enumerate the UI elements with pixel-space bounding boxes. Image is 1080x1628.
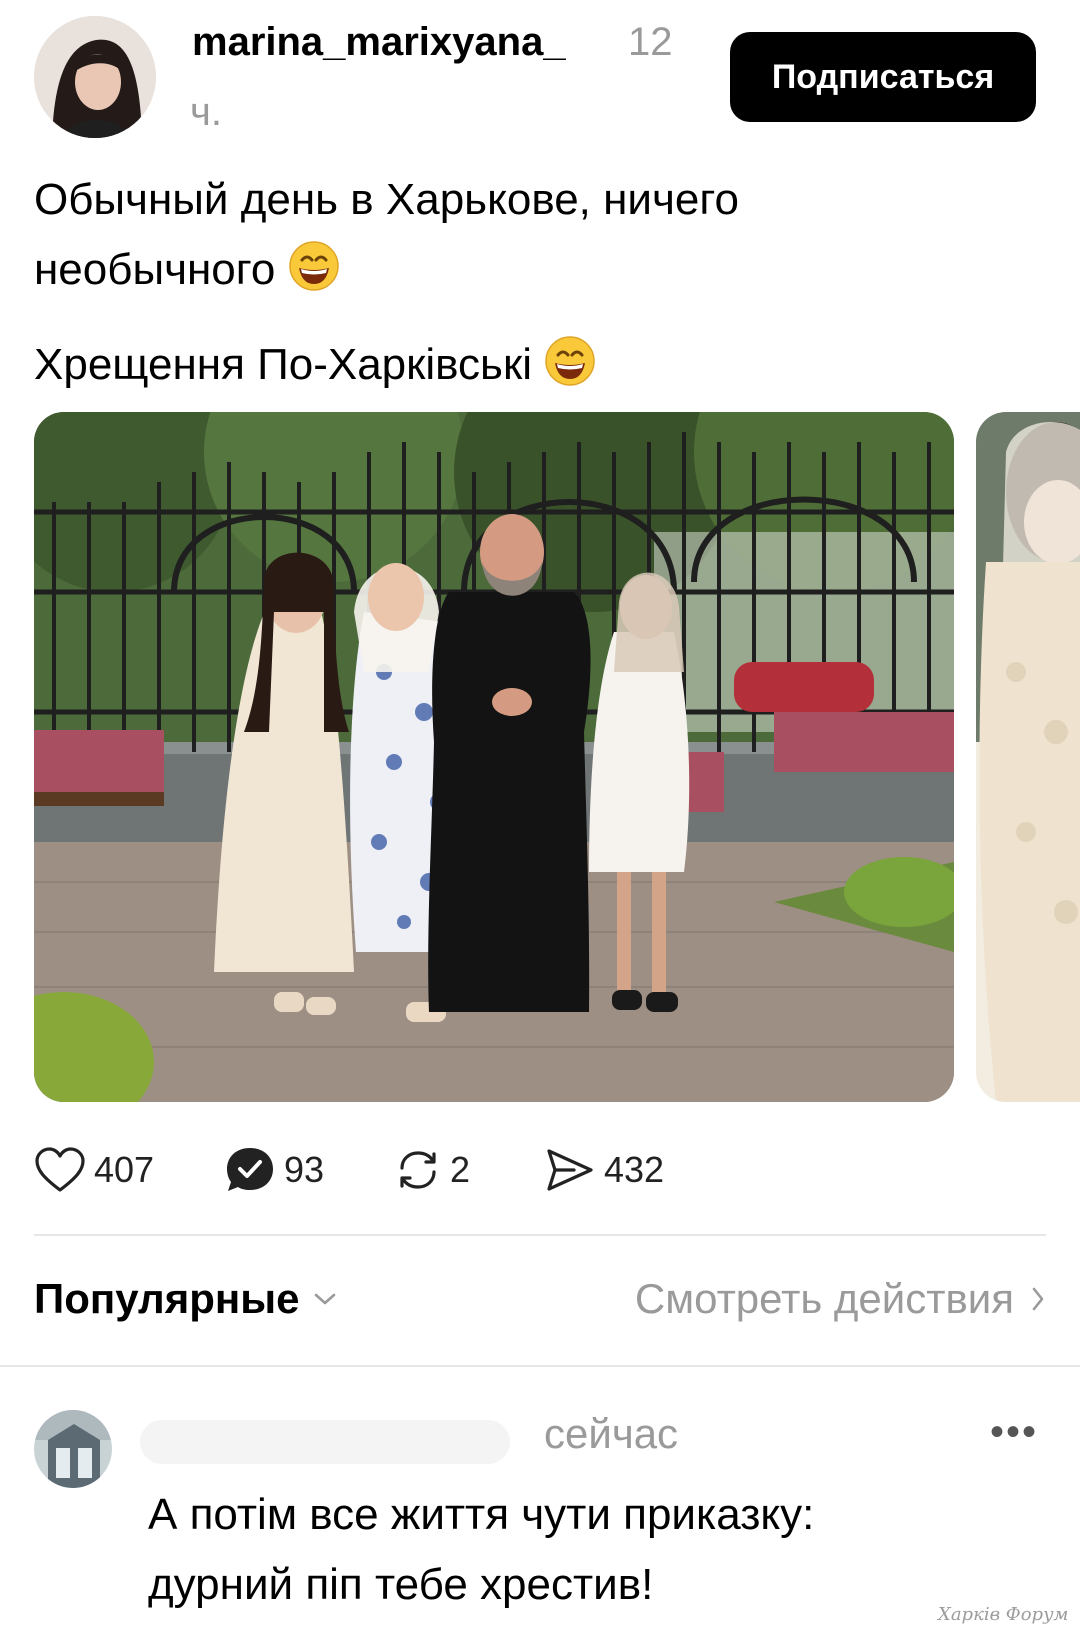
post-time-unit: ч.: [190, 90, 222, 134]
like-button[interactable]: 407: [34, 1140, 154, 1200]
caption-line-2: необычного: [34, 235, 1034, 305]
author-avatar[interactable]: [34, 16, 156, 138]
watermark: Харків Форум: [938, 1604, 1069, 1625]
chevron-down-icon: [315, 1293, 336, 1305]
sort-label: Популярные: [34, 1275, 300, 1322]
comment-line-1: А потім все життя чути приказку:: [148, 1490, 815, 1539]
commenter-name-redacted[interactable]: [140, 1420, 510, 1464]
caption-line-1: Обычный день в Харькове, ничего: [34, 175, 739, 224]
post-caption-line-3: Хрещення По-Харківські: [34, 330, 596, 400]
reposts-count: 2: [450, 1149, 471, 1190]
comment-time: сейчас: [544, 1410, 679, 1457]
comment-button[interactable]: 93: [224, 1140, 324, 1200]
post-time: 12: [628, 20, 673, 64]
author-username[interactable]: marina_marixyana_: [192, 20, 566, 65]
send-icon: [547, 1149, 593, 1191]
caption-line-2-text: необычного: [34, 245, 276, 294]
share-button[interactable]: 432: [544, 1140, 664, 1200]
next-photo-image: [976, 412, 1080, 1102]
more-options-icon[interactable]: •••: [990, 1410, 1038, 1455]
post-caption: Обычный день в Харькове, ничего необычно…: [34, 165, 1034, 305]
chevron-right-icon: [1032, 1287, 1044, 1311]
comment-line-2: дурний піп тебе хрестив!: [148, 1560, 654, 1609]
group-photo-image: [34, 412, 954, 1102]
comments-count: 93: [284, 1149, 325, 1190]
section-divider: [0, 1365, 1080, 1367]
sort-dropdown[interactable]: Популярные: [34, 1275, 337, 1323]
view-activity-link[interactable]: Смотреть действия: [635, 1275, 1046, 1323]
shares-count: 432: [604, 1149, 665, 1190]
stats-divider: [34, 1234, 1046, 1236]
repost-icon: [400, 1151, 436, 1189]
grinning-emoji-icon: [545, 336, 595, 386]
grinning-emoji-icon: [288, 241, 339, 291]
repost-button[interactable]: 2: [394, 1140, 470, 1200]
comment-text: А потім все життя чути приказку: дурний …: [148, 1480, 1048, 1620]
commenter-avatar-photo: [34, 1410, 112, 1488]
post-photo[interactable]: [34, 412, 954, 1102]
subscribe-button[interactable]: Подписаться: [730, 32, 1036, 122]
author-avatar-photo: [34, 16, 156, 138]
commenter-avatar[interactable]: [34, 1410, 112, 1488]
likes-count: 407: [94, 1149, 155, 1190]
comment-check-icon: [227, 1148, 273, 1191]
heart-icon: [35, 1147, 85, 1192]
post-photo-next[interactable]: [976, 412, 1080, 1102]
activity-label: Смотреть действия: [634, 1275, 1014, 1322]
caption-line-3-text: Хрещення По-Харківські: [34, 340, 533, 389]
